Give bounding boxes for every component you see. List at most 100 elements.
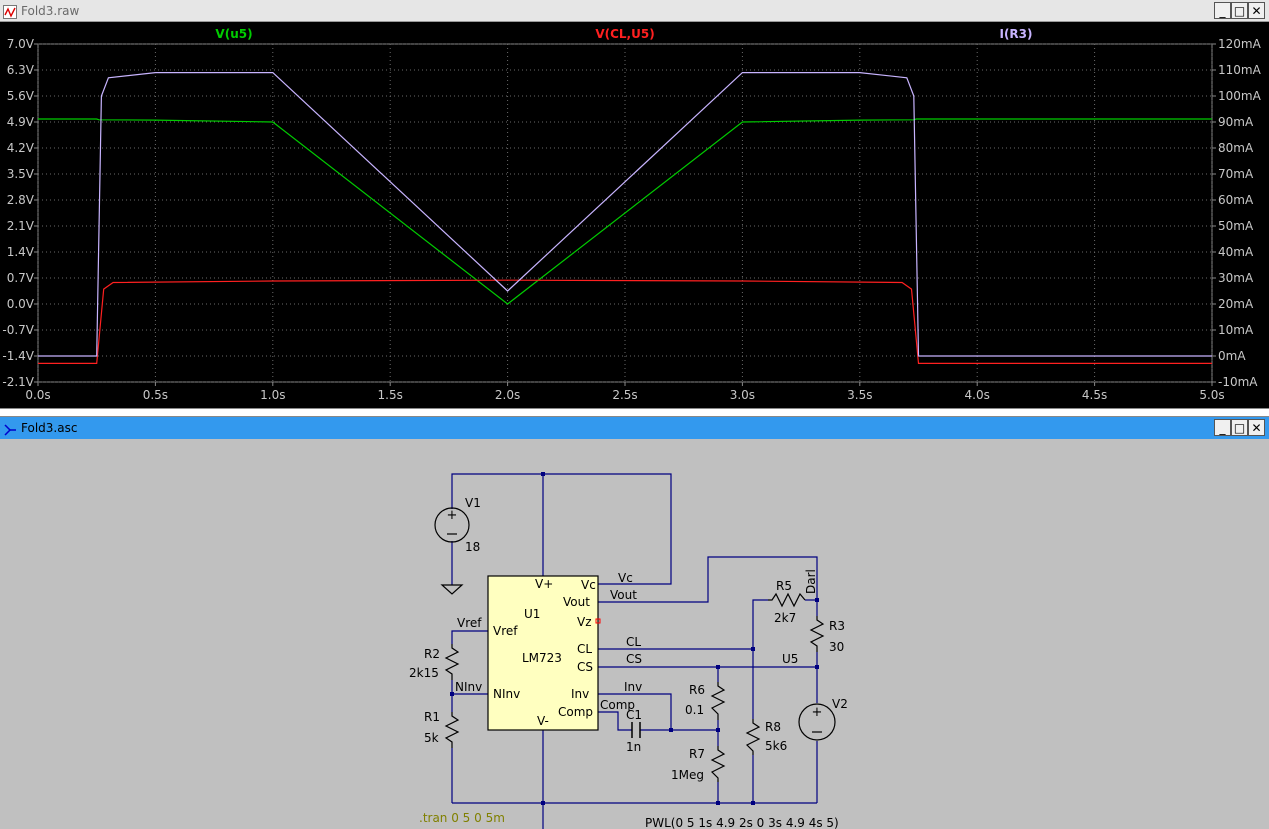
close-button[interactable]: ✕ <box>1248 2 1265 19</box>
x-tick-label: 3.0s <box>730 388 755 402</box>
r3-resistor[interactable] <box>809 616 825 652</box>
r7-label: R7 <box>689 747 705 761</box>
y-tick-label-left: -2.1V <box>2 375 34 389</box>
v2-label: V2 <box>832 697 848 711</box>
schematic-icon <box>3 421 17 436</box>
waveform-icon <box>3 4 17 19</box>
y-tick-label-right: 10mA <box>1218 323 1254 337</box>
legend-v-u5[interactable]: V(u5) <box>215 27 252 41</box>
v1-value: 18 <box>465 540 480 554</box>
r2-label: R2 <box>424 647 440 661</box>
r8-label: R8 <box>765 720 781 734</box>
close-icon: ✕ <box>1251 420 1262 435</box>
pin-cl: CL <box>577 642 592 656</box>
pin-vz: Vz <box>577 615 592 629</box>
r8-value: 5k6 <box>765 739 787 753</box>
schematic-titlebar[interactable]: Fold3.asc _ □ ✕ <box>0 417 1269 439</box>
x-tick-label: 2.0s <box>495 388 520 402</box>
svg-text:+: + <box>447 508 458 523</box>
y-tick-label-right: -10mA <box>1218 375 1258 389</box>
y-tick-label-right: 30mA <box>1218 271 1254 285</box>
r6-resistor[interactable] <box>710 682 726 720</box>
tran-directive[interactable]: .tran 0 5 0 5m <box>419 811 505 825</box>
r6-label: R6 <box>689 683 705 697</box>
net-darl: Darl <box>804 569 818 594</box>
r5-label: R5 <box>776 579 792 593</box>
pin-vplus: V+ <box>535 577 553 591</box>
close-icon: ✕ <box>1251 3 1262 18</box>
pin-inv: Inv <box>571 687 589 701</box>
v1-label: V1 <box>465 496 481 510</box>
r2-value: 2k15 <box>409 666 439 680</box>
y-tick-label-left: 4.2V <box>7 141 35 155</box>
schematic-canvas[interactable]: + V1 18 V+ Vc Vout Vz U1 LM723 Vref CL C… <box>0 439 1269 829</box>
minimize-icon: _ <box>1219 3 1226 18</box>
u1-part: LM723 <box>522 651 562 665</box>
y-tick-label-left: -1.4V <box>2 349 34 363</box>
y-tick-label-right: 70mA <box>1218 167 1254 181</box>
y-tick-label-right: 0mA <box>1218 349 1246 363</box>
x-tick-label: 5.0s <box>1199 388 1224 402</box>
y-tick-label-left: 6.3V <box>7 63 35 77</box>
c1-label: C1 <box>626 708 642 722</box>
close-button[interactable]: ✕ <box>1248 419 1265 436</box>
r8-resistor[interactable] <box>745 719 761 755</box>
r6-value: 0.1 <box>685 703 704 717</box>
y-tick-label-left: -0.7V <box>2 323 34 337</box>
r1-resistor[interactable] <box>444 712 460 748</box>
x-tick-label: 3.5s <box>847 388 872 402</box>
r3-value: 30 <box>829 640 844 654</box>
y-tick-label-right: 50mA <box>1218 219 1254 233</box>
maximize-icon: □ <box>1233 420 1246 435</box>
legend-v-cl-u5[interactable]: V(CL,U5) <box>595 27 654 41</box>
ground-icon <box>440 584 464 595</box>
maximize-button[interactable]: □ <box>1231 2 1248 19</box>
y-tick-label-right: 40mA <box>1218 245 1254 259</box>
c1-value: 1n <box>626 740 641 754</box>
v1-source[interactable]: + <box>434 507 470 543</box>
r3-label: R3 <box>829 619 845 633</box>
x-tick-label: 1.5s <box>378 388 403 402</box>
maximize-button[interactable]: □ <box>1231 419 1248 436</box>
y-tick-label-left: 0.7V <box>7 271 35 285</box>
x-tick-label: 0.5s <box>143 388 168 402</box>
net-cs: CS <box>626 652 642 666</box>
y-tick-label-left: 2.1V <box>7 219 35 233</box>
legend-i-r3[interactable]: I(R3) <box>999 27 1032 41</box>
minimize-button[interactable]: _ <box>1214 2 1231 19</box>
pin-vminus: V- <box>537 714 549 728</box>
pin-vout: Vout <box>563 595 590 609</box>
pin-vc: Vc <box>581 578 596 592</box>
y-tick-label-left: 3.5V <box>7 167 35 181</box>
y-tick-label-left: 5.6V <box>7 89 35 103</box>
schematic-window: Fold3.asc _ □ ✕ + V1 18 V+ Vc Vout Vz U1… <box>0 417 1269 829</box>
minimize-button[interactable]: _ <box>1214 419 1231 436</box>
x-tick-label: 4.0s <box>965 388 990 402</box>
r5-resistor[interactable] <box>768 592 806 608</box>
waveform-title: Fold3.raw <box>21 3 80 18</box>
x-tick-label: 2.5s <box>612 388 637 402</box>
minimize-icon: _ <box>1219 420 1226 435</box>
y-tick-label-left: 1.4V <box>7 245 35 259</box>
y-tick-label-right: 100mA <box>1218 89 1262 103</box>
x-tick-label: 4.5s <box>1082 388 1107 402</box>
y-tick-label-left: 0.0V <box>7 297 35 311</box>
y-tick-label-right: 110mA <box>1218 63 1262 77</box>
waveform-plot[interactable]: 0.0s 0.5s 1.0s 1.5s 2.0s 2.5s 3.0s 3.5s 4.0s 4.5s… <box>0 22 1269 408</box>
y-tick-label-right: 20mA <box>1218 297 1254 311</box>
r2-resistor[interactable] <box>444 644 460 680</box>
y-tick-label-right: 60mA <box>1218 193 1254 207</box>
net-inv: Inv <box>624 680 642 694</box>
v2-value: PWL(0 5 1s 4.9 2s 0 3s 4.9 4s 5) <box>645 816 839 829</box>
r7-value: 1Meg <box>671 768 704 782</box>
window-separator[interactable] <box>0 408 1269 417</box>
r5-value: 2k7 <box>774 611 796 625</box>
u1-label: U1 <box>524 607 540 621</box>
c1-capacitor[interactable] <box>631 722 641 738</box>
net-vc: Vc <box>618 571 633 585</box>
schematic-title: Fold3.asc <box>21 421 78 435</box>
v2-source[interactable]: + <box>798 703 836 741</box>
r7-resistor[interactable] <box>710 746 726 782</box>
waveform-titlebar[interactable]: Fold3.raw _ □ ✕ <box>0 0 1269 22</box>
net-vref: Vref <box>457 616 482 630</box>
